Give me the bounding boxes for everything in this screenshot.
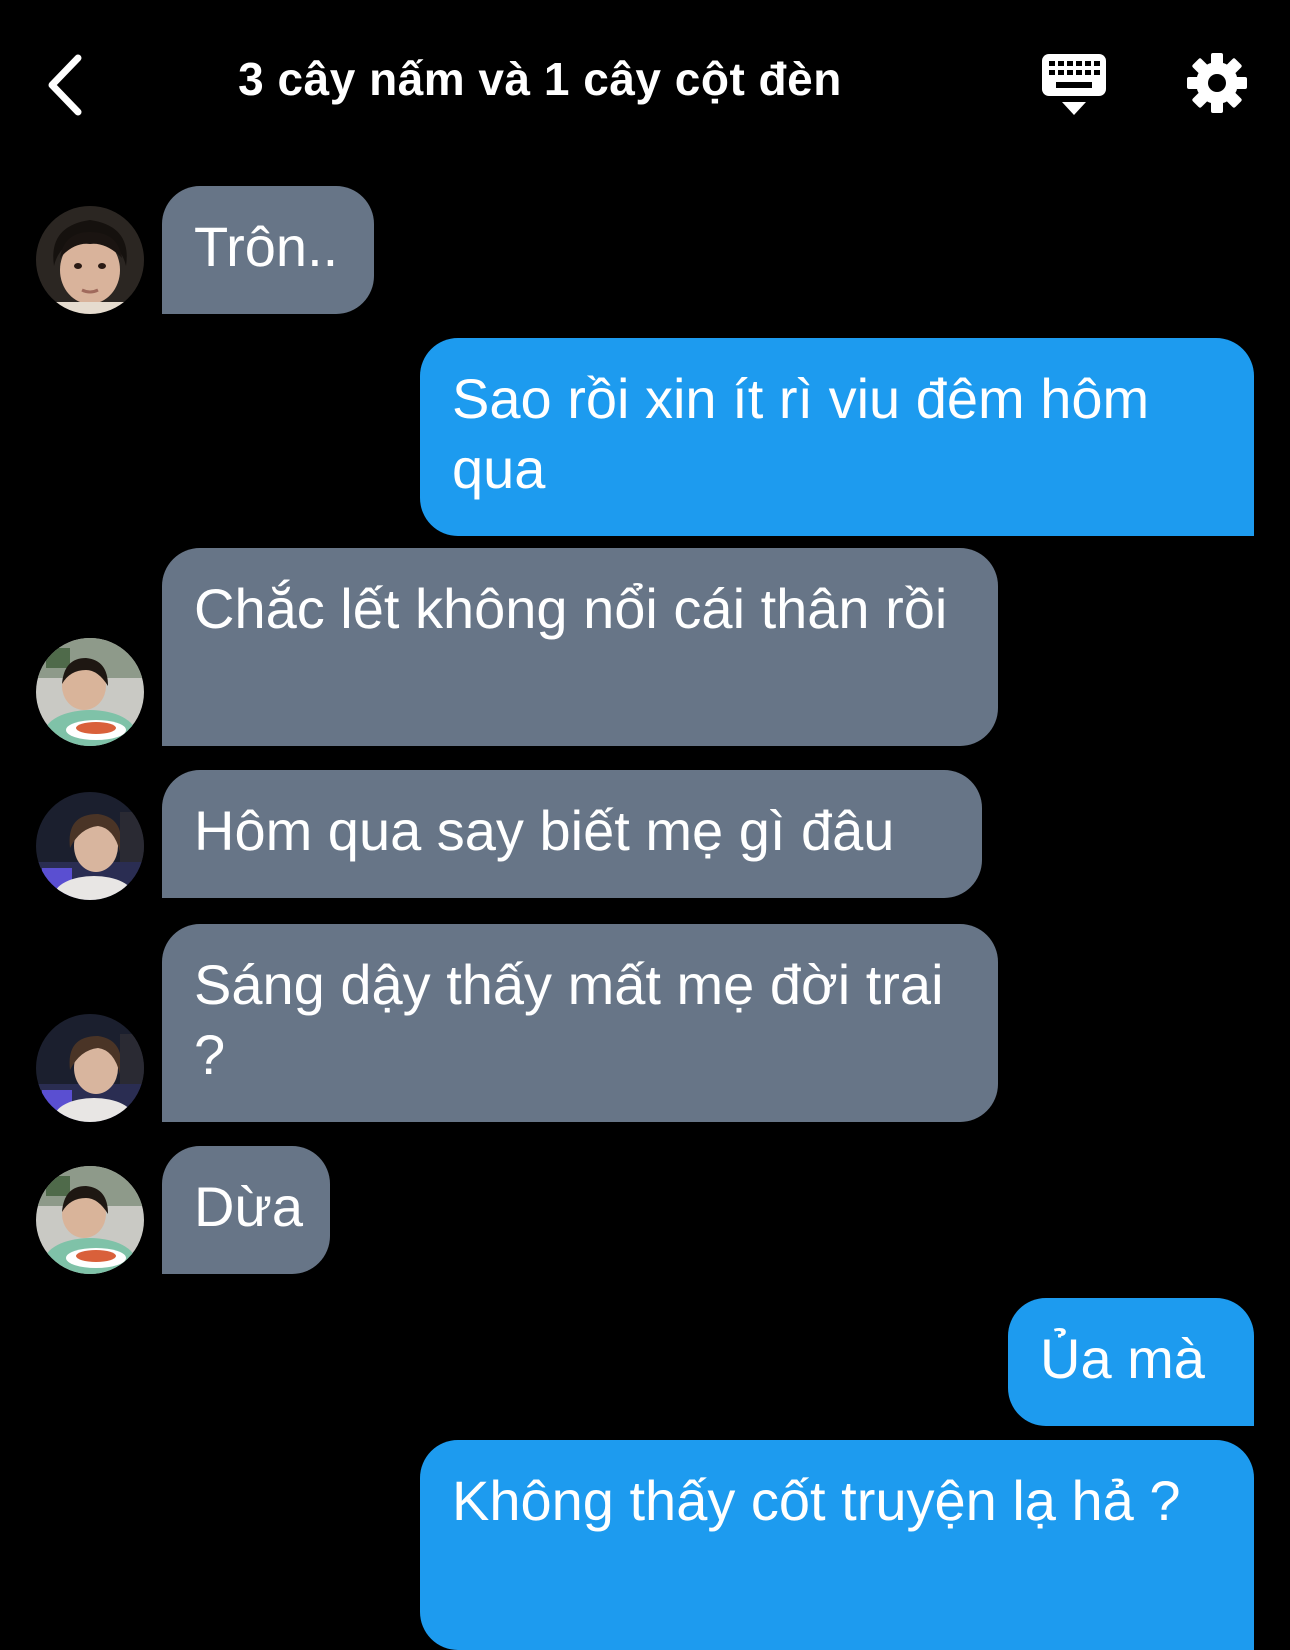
settings-button[interactable] <box>1186 52 1248 114</box>
message-bubble-incoming[interactable]: Chắc lết không nổi cái thân rồi <box>162 548 998 746</box>
message-bubble-outgoing[interactable]: Ủa mà <box>1008 1298 1254 1426</box>
message-bubble-outgoing[interactable]: Không thấy cốt truyện lạ hả ? <box>420 1440 1254 1650</box>
message-row: Không thấy cốt truyện lạ hả ? <box>0 1440 1290 1650</box>
avatar-photo <box>36 206 144 314</box>
message-bubble-incoming[interactable]: Hôm qua say biết mẹ gì đâu <box>162 770 982 898</box>
message-row: Ủa mà <box>0 1298 1290 1426</box>
message-bubble-outgoing[interactable]: Sao rồi xin ít rì viu đêm hôm qua <box>420 338 1254 536</box>
keyboard-icon <box>1042 54 1106 115</box>
message-row: Sao rồi xin ít rì viu đêm hôm qua <box>0 338 1290 536</box>
avatar[interactable] <box>36 206 144 314</box>
message-row: Sáng dậy thấy mất mẹ đời trai ? <box>0 924 1290 1122</box>
avatar-photo <box>36 1014 144 1122</box>
keyboard-button[interactable] <box>1040 52 1108 118</box>
avatar[interactable] <box>36 792 144 900</box>
avatar-photo <box>36 792 144 900</box>
avatar-photo <box>36 1166 144 1274</box>
back-button[interactable] <box>40 50 100 120</box>
avatar[interactable] <box>36 1014 144 1122</box>
chat-header: 3 cây nấm và 1 cây cột đèn <box>0 0 1290 170</box>
message-row: Hôm qua say biết mẹ gì đâu <box>0 770 1290 900</box>
chevron-left-icon <box>48 54 82 116</box>
avatar[interactable] <box>36 638 144 746</box>
avatar[interactable] <box>36 1166 144 1274</box>
avatar-photo <box>36 638 144 746</box>
message-bubble-incoming[interactable]: Dừa <box>162 1146 330 1274</box>
message-row: Trôn.. <box>0 186 1290 314</box>
message-row: Chắc lết không nổi cái thân rồi <box>0 548 1290 746</box>
chat-title: 3 cây nấm và 1 cây cột đèn <box>238 53 842 105</box>
message-bubble-incoming[interactable]: Sáng dậy thấy mất mẹ đời trai ? <box>162 924 998 1122</box>
message-row: Dừa <box>0 1146 1290 1274</box>
gear-icon <box>1187 53 1247 113</box>
message-bubble-incoming[interactable]: Trôn.. <box>162 186 374 314</box>
